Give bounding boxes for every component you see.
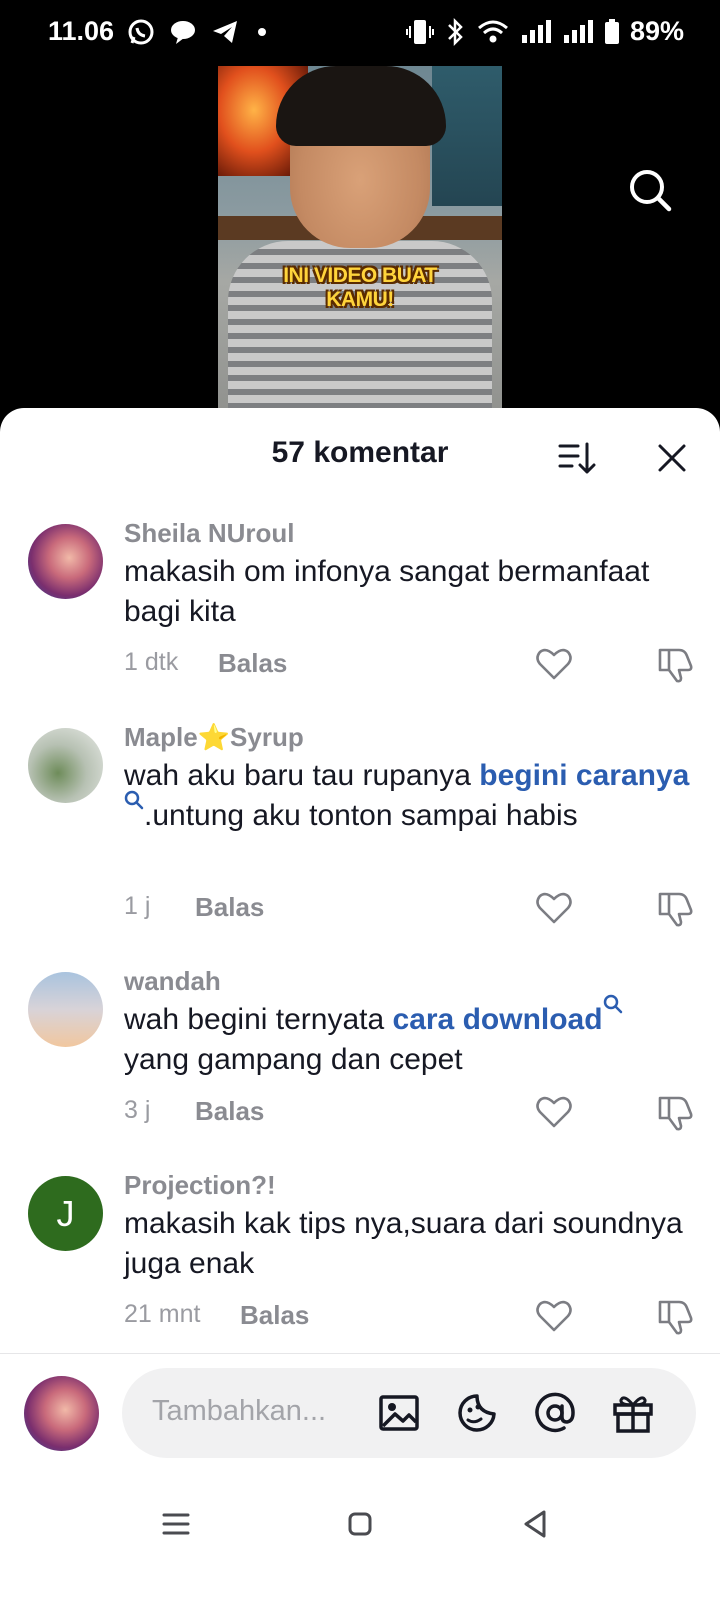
comment-text-before: wah aku baru tau rupanya (124, 759, 480, 792)
comment-input-row: Tambahkan... (0, 1368, 720, 1468)
search-icon[interactable] (626, 166, 674, 214)
signal-icon (563, 19, 593, 43)
reply-button[interactable]: Balas (240, 1300, 309, 1331)
video-caption: INI VIDEO BUAT KAMU! (218, 264, 502, 312)
search-link[interactable]: cara download (393, 1003, 603, 1036)
home-icon[interactable] (340, 1504, 380, 1544)
reply-button[interactable]: Balas (218, 648, 287, 679)
system-nav-bar (0, 1494, 720, 1554)
comment-time: 1 j (124, 892, 151, 920)
search-link-icon[interactable] (603, 994, 623, 1014)
comment-text: wah begini ternyata cara download yang g… (124, 994, 694, 1080)
avatar[interactable] (28, 972, 103, 1047)
comment-text: makasih kak tips nya,suara dari soundnya… (124, 1207, 683, 1280)
vibrate-icon (405, 19, 434, 44)
search-link[interactable]: begini caranya (479, 759, 689, 792)
sort-icon[interactable] (556, 438, 596, 478)
dislike-icon[interactable] (655, 1296, 695, 1336)
gift-icon[interactable] (610, 1390, 656, 1436)
video-thumbnail[interactable]: INI VIDEO BUAT KAMU! (218, 66, 502, 426)
avatar[interactable] (28, 524, 103, 599)
comment-time: 3 j (124, 1096, 151, 1124)
video-person-hair (276, 66, 446, 146)
dislike-icon[interactable] (655, 888, 695, 928)
avatar (24, 1376, 99, 1451)
dislike-icon[interactable] (655, 1092, 695, 1132)
comment-username[interactable]: Maple⭐Syrup (124, 722, 304, 753)
comment-text-after: yang gampang dan cepet (124, 1043, 463, 1076)
image-icon[interactable] (376, 1390, 422, 1436)
search-link-icon[interactable] (124, 790, 144, 810)
recent-apps-icon[interactable] (156, 1504, 196, 1544)
status-bar: 11.06 89% (0, 0, 720, 64)
video-area[interactable]: INI VIDEO BUAT KAMU! (0, 64, 720, 426)
reply-button[interactable]: Balas (195, 1096, 264, 1127)
comment-text: makasih om infonya sangat bermanfaat bag… (124, 555, 650, 628)
comment-text-after: .untung aku tonton sampai habis (144, 799, 578, 832)
comment-input-placeholder[interactable]: Tambahkan... (152, 1395, 326, 1428)
comment-text: wah aku baru tau rupanya begini caranya.… (124, 756, 694, 836)
whatsapp-icon (128, 19, 154, 44)
comment-time: 1 dtk (124, 648, 179, 676)
status-time: 11.06 (48, 16, 115, 46)
comment-username[interactable]: wandah (124, 966, 221, 997)
reply-button[interactable]: Balas (195, 892, 264, 923)
comments-sheet: 57 komentar Sheila NUroul makasih om inf… (0, 408, 720, 1600)
heart-icon[interactable] (534, 644, 574, 684)
avatar[interactable]: J (28, 1176, 103, 1251)
battery-level: 89% (629, 16, 684, 46)
comment-count: 57 komentar (271, 436, 449, 469)
heart-icon[interactable] (534, 888, 574, 928)
back-icon[interactable] (516, 1504, 556, 1544)
avatar[interactable] (28, 728, 103, 803)
wifi-icon (477, 20, 508, 42)
signal-icon (521, 19, 551, 43)
comment-text-before: wah begini ternyata (124, 1003, 393, 1036)
status-left: 11.06 (48, 16, 272, 47)
heart-icon[interactable] (534, 1296, 574, 1336)
comment-username[interactable]: Sheila NUroul (124, 518, 294, 549)
comment-input[interactable]: Tambahkan... (122, 1368, 696, 1458)
dislike-icon[interactable] (655, 644, 695, 684)
dot-icon (258, 27, 267, 36)
bluetooth-icon (448, 17, 463, 46)
telegram-icon (213, 20, 238, 43)
video-caption-line2: KAMU! (326, 288, 394, 311)
chat-icon (171, 20, 196, 44)
mention-icon[interactable] (532, 1390, 578, 1436)
close-icon[interactable] (652, 438, 692, 478)
battery-icon (604, 18, 619, 44)
divider (0, 1353, 720, 1354)
comments-header: 57 komentar (0, 408, 720, 504)
comment-username[interactable]: Projection?! (124, 1170, 276, 1201)
status-right: 89% (405, 16, 684, 47)
video-caption-line1: INI VIDEO BUAT (283, 264, 437, 287)
emoji-sticker-icon[interactable] (454, 1390, 500, 1436)
heart-icon[interactable] (534, 1092, 574, 1132)
comment-time: 21 mnt (124, 1300, 201, 1328)
